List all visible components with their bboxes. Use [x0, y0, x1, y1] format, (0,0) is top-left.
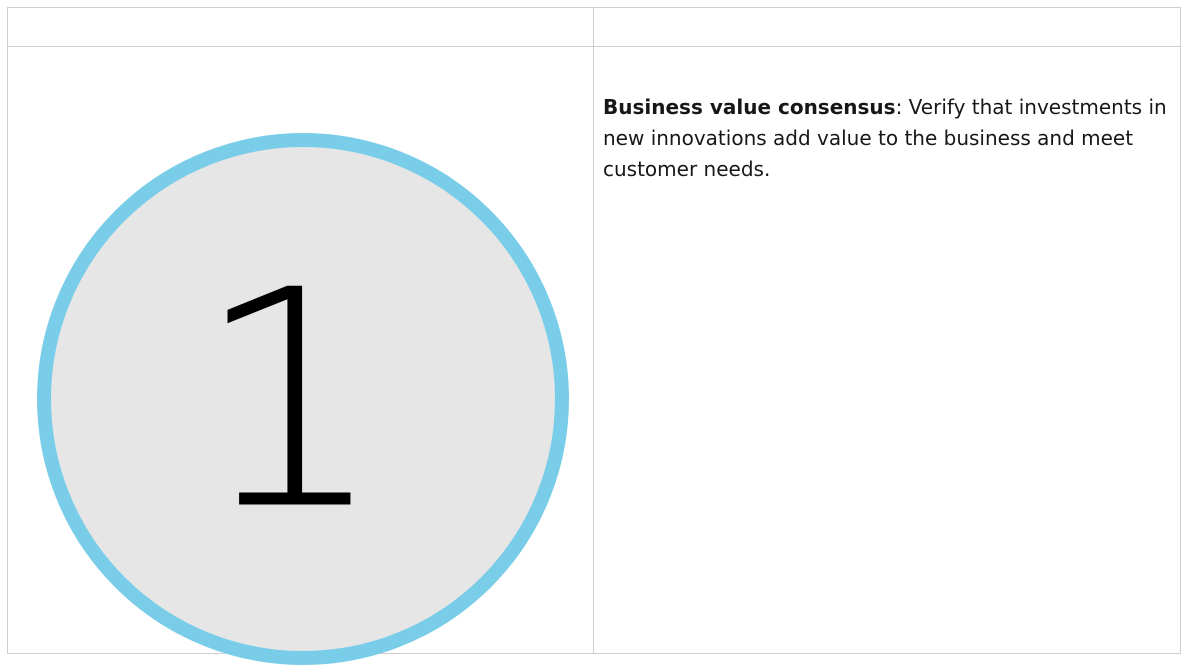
content-table: 1 Business value consensus: Verify that … [7, 7, 1181, 665]
numbered-step-circle-icon: 1 [37, 133, 569, 665]
step-badge-cell: 1 [7, 46, 594, 665]
header-cell-left [7, 7, 594, 47]
table-header-row [7, 7, 1181, 47]
step-number: 1 [195, 227, 386, 576]
description-paragraph: Business value consensus: Verify that in… [603, 92, 1175, 185]
description-cell: Business value consensus: Verify that in… [593, 46, 1181, 654]
header-cell-right [593, 7, 1181, 47]
table-row: 1 Business value consensus: Verify that … [7, 46, 1181, 665]
term-label: Business value consensus [603, 95, 896, 119]
